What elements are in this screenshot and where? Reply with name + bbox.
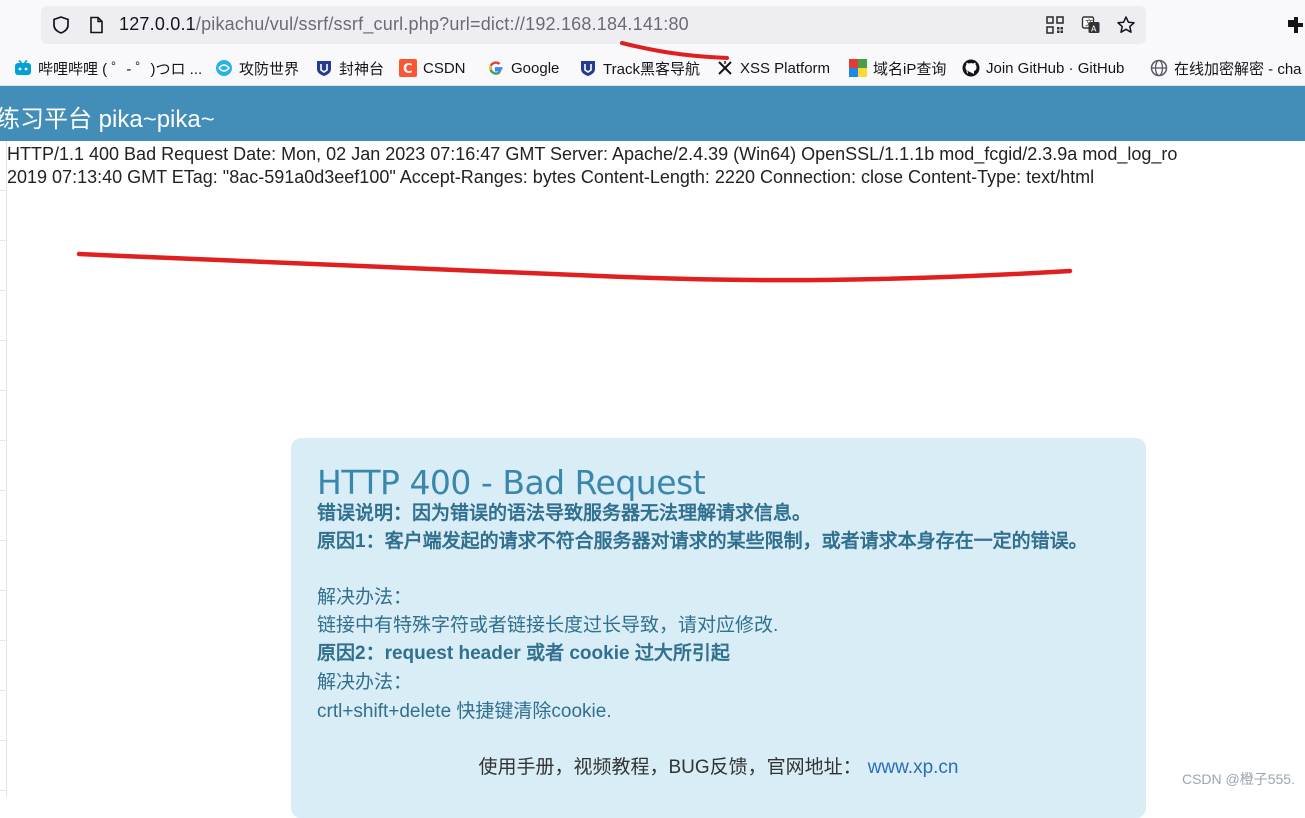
bookmarks-bar: 哔哩哔哩 ( ゜- ゜)つロ ... 攻防世界 封神台 C CSDN Googl…	[0, 50, 1305, 86]
error-solution-label-1: 解决办法：	[317, 587, 413, 608]
url-text[interactable]: 127.0.0.1/pikachu/vul/ssrf/ssrf_curl.php…	[119, 14, 689, 35]
csdn-watermark: CSDN @橙子555.	[1181, 771, 1295, 787]
error-solution-label-2: 解决办法：	[317, 672, 413, 693]
bookmark-label: XSS Platform	[740, 59, 831, 77]
response-line-2: 2019 07:13:40 GMT ETag: "8ac-591a0d3eef1…	[7, 167, 1095, 187]
shield-icon[interactable]	[51, 15, 71, 35]
bookmark-xss-platform[interactable]: XSS Platform	[716, 57, 830, 79]
bookmark-label: 哔哩哔哩 ( ゜- ゜)つロ ...	[38, 60, 203, 78]
response-line-1: HTTP/1.1 400 Bad Request Date: Mon, 02 J…	[7, 144, 1178, 164]
bookmark-label: 攻防世界	[239, 60, 300, 78]
bookmark-label: CSDN	[423, 59, 466, 77]
error-description: 错误说明：因为错误的语法导致服务器无法理解请求信息。	[317, 503, 812, 524]
bilibili-icon	[15, 59, 31, 75]
gongfang-icon	[216, 60, 232, 76]
bookmark-fengshen[interactable]: 封神台	[315, 57, 384, 79]
svg-text:A: A	[1091, 25, 1097, 34]
fengshen-icon	[317, 61, 331, 76]
bookmark-label: 封神台	[339, 60, 385, 78]
bookmark-encrypt-decrypt[interactable]: 在线加密解密 - cha	[1150, 57, 1302, 79]
site-title[interactable]: 练习平台 pika~pika~	[0, 99, 215, 134]
github-icon	[962, 59, 980, 77]
svg-text:C: C	[403, 62, 413, 77]
http-response-text: HTTP/1.1 400 Bad Request Date: Mon, 02 J…	[7, 143, 1305, 189]
browser-toolbar: 127.0.0.1/pikachu/vul/ssrf/ssrf_curl.php…	[0, 0, 1305, 50]
left-sidebar-edge	[0, 141, 7, 797]
error-solution-2: crtl+shift+delete 快捷键清除cookie.	[317, 701, 612, 722]
domain-ip-icon	[849, 59, 867, 77]
bookmark-gongfang[interactable]: 攻防世界	[215, 57, 299, 79]
bookmark-label: Track黑客导航	[603, 60, 700, 78]
bookmark-label: 在线加密解密 - cha	[1174, 60, 1302, 78]
error-box: HTTP 400 - Bad Request 错误说明：因为错误的语法导致服务器…	[291, 438, 1146, 818]
bookmark-label: Google	[511, 59, 560, 77]
error-footer: 使用手册，视频教程，BUG反馈，官网地址： www.xp.cn	[291, 752, 1146, 779]
page-icon	[90, 16, 103, 34]
site-header: 练习平台 pika~pika~	[0, 86, 1305, 141]
url-path: /pikachu/vul/ssrf/ssrf_curl.php?url=dict…	[195, 14, 689, 34]
bookmark-bilibili[interactable]: 哔哩哔哩 ( ゜- ゜)つロ ...	[14, 57, 202, 79]
google-icon	[489, 61, 503, 75]
bookmark-track[interactable]: Track黑客导航	[579, 57, 700, 79]
extension-icon[interactable]	[1286, 15, 1305, 35]
bookmark-csdn[interactable]: C CSDN	[399, 57, 466, 79]
address-bar[interactable]: 127.0.0.1/pikachu/vul/ssrf/ssrf_curl.php…	[41, 6, 1146, 44]
xss-icon	[718, 61, 732, 75]
bookmark-github[interactable]: Join GitHub · GitHub	[962, 57, 1124, 79]
error-title: HTTP 400 - Bad Request	[317, 463, 706, 502]
translate-icon[interactable]: 文 A	[1081, 15, 1101, 35]
star-icon[interactable]	[1116, 15, 1136, 35]
bookmark-domain-ip[interactable]: 域名iP查询	[849, 57, 946, 79]
bookmark-label: 域名iP查询	[873, 60, 947, 78]
qr-code-icon[interactable]	[1045, 15, 1065, 35]
error-reason-2: 原因2：request header 或者 cookie 过大所引起	[317, 643, 730, 664]
error-solution-1: 链接中有特殊字符或者链接长度过长导致，请对应修改.	[317, 615, 779, 636]
error-footer-text: 使用手册，视频教程，BUG反馈，官网地址：	[478, 757, 862, 778]
main-content: HTTP/1.1 400 Bad Request Date: Mon, 02 J…	[0, 141, 1305, 818]
bookmark-label: Join GitHub · GitHub	[986, 59, 1125, 77]
csdn-icon: C	[399, 59, 417, 77]
error-reason-1: 原因1：客户端发起的请求不符合服务器对请求的某些限制，或者请求本身存在一定的错误…	[317, 531, 1088, 552]
official-site-link[interactable]: www.xp.cn	[868, 757, 959, 778]
url-host: 127.0.0.1	[119, 14, 196, 34]
bookmark-google[interactable]: Google	[487, 57, 559, 79]
globe-icon	[1150, 59, 1168, 77]
track-icon	[581, 61, 595, 76]
